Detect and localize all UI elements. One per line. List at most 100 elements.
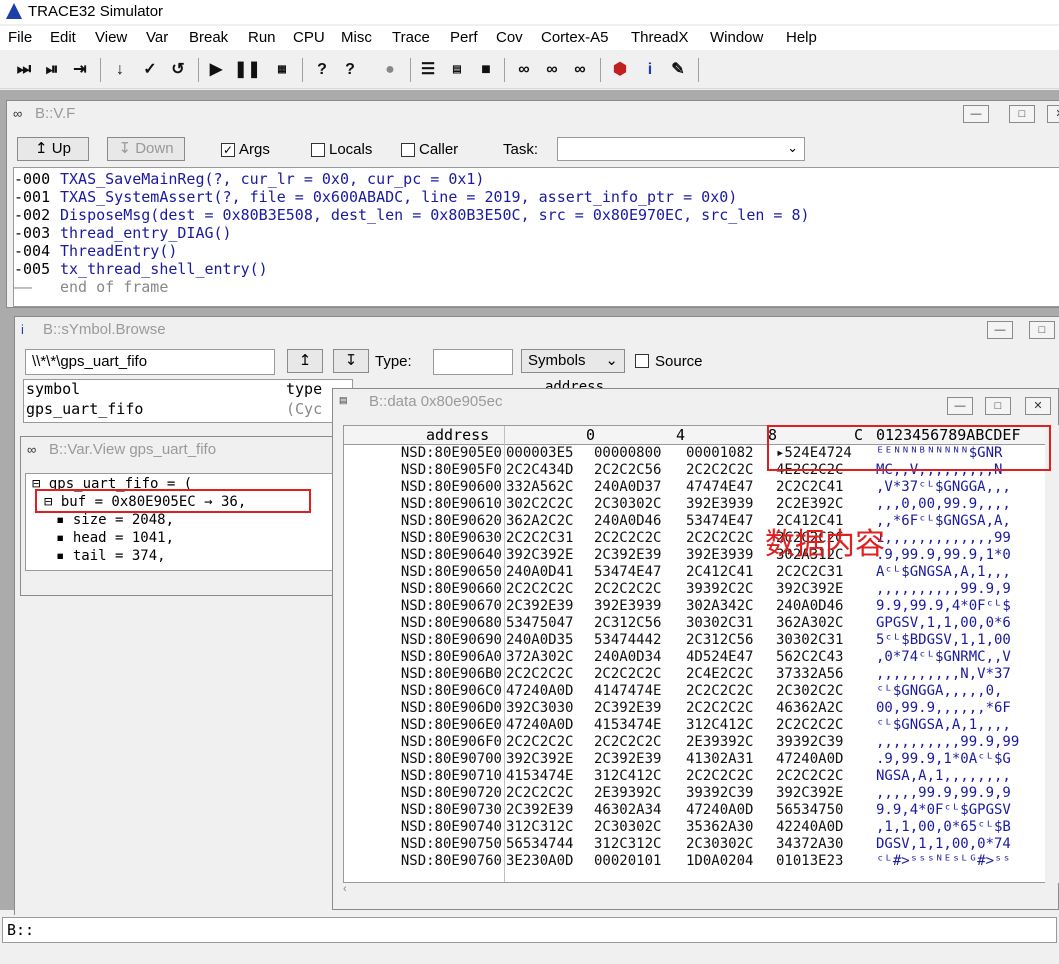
frame-row[interactable]: -003 thread_entry_DIAG() (14, 224, 232, 242)
data-row-word[interactable]: 47240A0D (776, 751, 843, 767)
data-row[interactable]: NSD:80E906E0 47240A0D 4153474E 312C412C 2C2C… (344, 717, 1057, 734)
help-icon[interactable]: ? (312, 60, 332, 80)
maximize-button[interactable]: □ (1029, 321, 1055, 339)
type-input[interactable] (433, 349, 513, 375)
data-row-word[interactable]: 2C4E2C2C (686, 666, 753, 682)
go-down-icon[interactable]: ↓ (110, 60, 130, 80)
data-row-word[interactable]: 2C2C2C2C (686, 683, 753, 699)
data-row-word[interactable]: 2C392E39 (506, 598, 573, 614)
data-row-word[interactable]: 2C2C2C2C (594, 734, 661, 750)
data-row-word[interactable]: 01013E23 (776, 853, 843, 869)
frame-row[interactable]: -002 DisposeMsg(dest = 0x80B3E508, dest_l… (14, 206, 810, 224)
data-row-word[interactable]: 46302A34 (594, 802, 661, 818)
data-row-word[interactable]: 2C312C56 (686, 632, 753, 648)
frame-row[interactable]: -001 TXAS_SystemAssert(?, file = 0x600ABA… (14, 188, 737, 206)
down-button[interactable]: ↧ Down (107, 137, 185, 161)
data-row-word[interactable]: 41302A31 (686, 751, 753, 767)
data-row[interactable]: NSD:80E90640 392C392E 2C392E39 392E3939 302A… (344, 547, 1057, 564)
data-row[interactable]: NSD:80E90680 53475047 2C312C56 30302C31 362A… (344, 615, 1057, 632)
data-row-word[interactable]: 2C30302C (594, 819, 661, 835)
symbol-down-button[interactable]: ↧ (333, 349, 369, 373)
go-icon[interactable]: ▶ (206, 60, 226, 80)
menu-misc[interactable]: Misc (341, 29, 372, 46)
data-row-word[interactable]: 392C392E (776, 785, 843, 801)
mode-icon[interactable]: ▦ (272, 60, 292, 80)
data-row-word[interactable]: 2C30302C (686, 836, 753, 852)
data-row-word[interactable]: 4147474E (594, 683, 661, 699)
data-row-word[interactable]: 46362A2C (776, 700, 843, 716)
step-icon[interactable]: ⏭ (14, 60, 34, 80)
close-button[interactable]: ✕ (1025, 397, 1051, 415)
data-row[interactable]: NSD:80E906F0 2C2C2C2C 2C2C2C2C 2E39392C 3939… (344, 734, 1057, 751)
data-row[interactable]: NSD:80E90620 362A2C2C 240A0D46 53474E47 2C41… (344, 513, 1057, 530)
data-row[interactable]: NSD:80E90600 332A562C 240A0D37 47474E47 2C2C… (344, 479, 1057, 496)
data-row-word[interactable]: 2C2C434D (506, 462, 573, 478)
data-row[interactable]: NSD:80E90670 2C392E39 392E3939 302A342C 240A… (344, 598, 1057, 615)
data-row-word[interactable]: 47240A0D (686, 802, 753, 818)
menu-view[interactable]: View (95, 29, 127, 46)
var-size-row[interactable]: ▪ size = 2048, (56, 512, 174, 529)
data-row-word[interactable]: 240A0D37 (594, 479, 661, 495)
menu-threadx[interactable]: ThreadX (631, 29, 689, 46)
data-row-word[interactable]: 312C312C (594, 836, 661, 852)
data-row-word[interactable]: 53475047 (506, 615, 573, 631)
data-row-word[interactable]: 00001082 (686, 445, 753, 461)
up-button[interactable]: ↥ Up (17, 137, 89, 161)
data-row-word[interactable]: 56534744 (506, 836, 573, 852)
data-row[interactable]: NSD:80E90660 2C2C2C2C 2C2C2C2C 39392C2C 392C… (344, 581, 1057, 598)
data-row-word[interactable]: 2C2C2C2C (594, 581, 661, 597)
menu-window[interactable]: Window (710, 29, 763, 46)
data-row-word[interactable]: 372A302C (506, 649, 573, 665)
data-row-word[interactable]: 240A0D41 (506, 564, 573, 580)
data-row-word[interactable]: 2C412C41 (686, 564, 753, 580)
data-row-word[interactable]: 2C2C2C2C (506, 734, 573, 750)
caller-checkbox[interactable] (401, 143, 415, 157)
data-row-word[interactable]: 4153474E (506, 768, 573, 784)
menu-cortex-a5[interactable]: Cortex-A5 (541, 29, 609, 46)
data-row[interactable]: NSD:80E906A0 372A302C 240A0D34 4D524E47 562C… (344, 649, 1057, 666)
data-row-word[interactable]: 240A0D34 (594, 649, 661, 665)
data-row[interactable]: NSD:80E906D0 392C3030 2C392E39 2C2C2C2C 4636… (344, 700, 1057, 717)
data-row-word[interactable]: 42240A0D (776, 819, 843, 835)
data-row[interactable]: NSD:80E90740 312C312C 2C30302C 35362A30 4224… (344, 819, 1057, 836)
data-row[interactable]: NSD:80E90630 2C2C2C31 2C2C2C2C 2C2C2C2C 2C2C… (344, 530, 1057, 547)
data-row-word[interactable]: 2C2E392C (776, 496, 843, 512)
data-row-word[interactable]: 240A0D46 (776, 598, 843, 614)
locals-checkbox[interactable] (311, 143, 325, 157)
data-row[interactable]: NSD:80E90750 56534744 312C312C 2C30302C 3437… (344, 836, 1057, 853)
go-next-icon[interactable]: ✓ (140, 60, 160, 80)
data-row-word[interactable]: 392C392E (506, 547, 573, 563)
task-select[interactable]: ⌄ (557, 137, 805, 161)
data-row-word[interactable]: 37332A56 (776, 666, 843, 682)
data-row-word[interactable]: 312C312C (506, 819, 573, 835)
data-row[interactable]: NSD:80E90720 2C2C2C2C 2E39392C 39392C39 392C… (344, 785, 1057, 802)
data-row-word[interactable]: 1D0A0204 (686, 853, 753, 869)
data-row-word[interactable]: 00000800 (594, 445, 661, 461)
close-button[interactable]: ✕ (1047, 105, 1059, 123)
data-row-word[interactable]: 3E230A0D (506, 853, 573, 869)
register-icon[interactable]: ■ (476, 60, 496, 80)
data-row-word[interactable]: 30302C31 (776, 632, 843, 648)
data-row-word[interactable]: 240A0D46 (594, 513, 661, 529)
minimize-button[interactable]: — (947, 397, 973, 415)
data-row-word[interactable]: 2C312C56 (594, 615, 661, 631)
frame-row[interactable]: -000 TXAS_SaveMainReg(?, cur_lr = 0x0, cu… (14, 170, 484, 188)
data-row-word[interactable]: 2C2C2C2C (776, 717, 843, 733)
data-row-word[interactable]: 392E3939 (594, 598, 661, 614)
data-row[interactable]: NSD:80E90760 3E230A0D 00020101 1D0A0204 0101… (344, 853, 1057, 870)
data-row-word[interactable]: 2C2C2C2C (506, 785, 573, 801)
data-row-word[interactable]: 392C392E (506, 751, 573, 767)
data-row-word[interactable]: 2C392E39 (594, 547, 661, 563)
data-row-word[interactable]: 2C392E39 (594, 751, 661, 767)
data-row-word[interactable]: 53474442 (594, 632, 661, 648)
menu-edit[interactable]: Edit (50, 29, 76, 46)
data-hscrollbar[interactable]: ‹ (343, 883, 1043, 899)
step-out-icon[interactable]: ⇥ (70, 60, 90, 80)
menu-cov[interactable]: Cov (496, 29, 523, 46)
menu-file[interactable]: File (8, 29, 32, 46)
data-row-word[interactable]: 2E39392C (594, 785, 661, 801)
data-row-word[interactable]: 39392C39 (776, 734, 843, 750)
data-row-word[interactable]: 4153474E (594, 717, 661, 733)
maximize-button[interactable]: □ (985, 397, 1011, 415)
args-checkbox[interactable]: ✓ (221, 143, 235, 157)
